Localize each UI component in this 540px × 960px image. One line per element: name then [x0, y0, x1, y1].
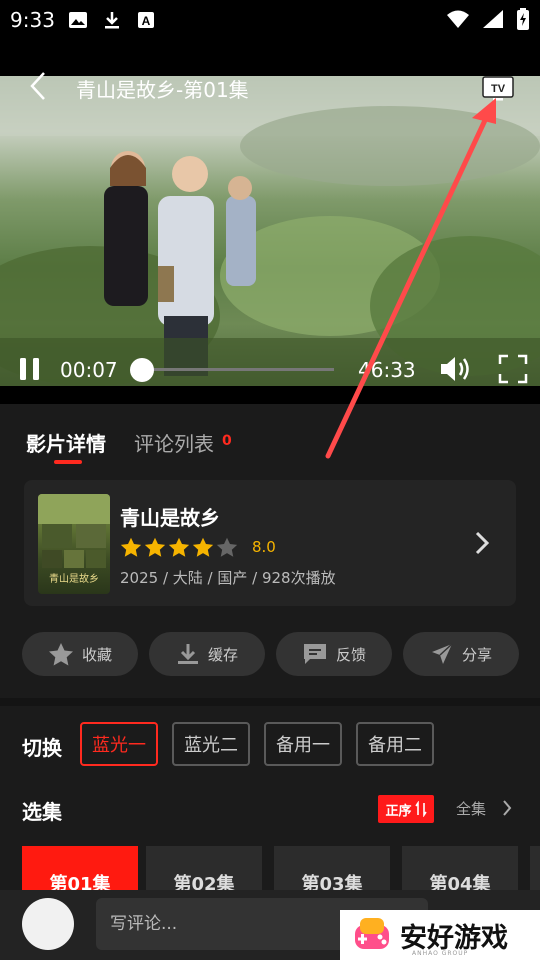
- star-filled-icon: [192, 537, 214, 557]
- poster-text: 青山是故乡: [49, 572, 99, 585]
- source-button-2[interactable]: 蓝光二: [172, 722, 250, 766]
- video-scene-image: [0, 76, 540, 386]
- feedback-label: 反馈: [335, 645, 366, 664]
- star-filled-icon: [168, 537, 190, 557]
- wifi-icon: [447, 10, 469, 28]
- poster-image: 青山是故乡: [38, 494, 110, 585]
- text-a-icon: A: [138, 12, 154, 28]
- cache-label: 缓存: [207, 645, 238, 664]
- share-icon: [431, 643, 453, 664]
- avatar[interactable]: [22, 898, 74, 950]
- share-label: 分享: [461, 645, 492, 664]
- battery-icon: [517, 8, 529, 30]
- chevron-right-icon[interactable]: [472, 530, 492, 556]
- signal-icon: [483, 10, 503, 28]
- tab-comments[interactable]: 评论列表: [134, 428, 214, 457]
- star-filled-icon: [120, 537, 142, 557]
- episodes-label: 选集: [22, 800, 62, 824]
- video-player[interactable]: 青山是故乡-第01集 TV 00:07 46:33: [0, 50, 540, 404]
- video-frame: [0, 76, 540, 386]
- movie-title: 青山是故乡: [120, 506, 220, 530]
- all-episodes-link[interactable]: 全集: [456, 798, 486, 819]
- source-button-1[interactable]: 蓝光一: [80, 722, 158, 766]
- svg-text:A: A: [142, 14, 151, 28]
- favorite-label: 收藏: [81, 645, 112, 664]
- rating-score: 8.0: [252, 538, 276, 556]
- current-time: 00:07: [60, 358, 118, 382]
- chevron-right-small-icon[interactable]: [502, 799, 512, 817]
- star-icon: [48, 643, 73, 666]
- sort-order-label: 正序: [385, 803, 412, 819]
- volume-icon[interactable]: [438, 354, 472, 384]
- progress-track[interactable]: [142, 368, 334, 371]
- star-empty-icon: [216, 537, 238, 557]
- tab-active-indicator: [54, 460, 82, 464]
- movie-meta: 2025 / 大陆 / 国产 / 928次播放: [120, 569, 336, 587]
- source-button-4[interactable]: 备用二: [356, 722, 434, 766]
- status-time: 9:33: [10, 8, 55, 32]
- sort-arrows-icon: [414, 801, 427, 817]
- system-icons: [446, 8, 530, 30]
- tab-details[interactable]: 影片详情: [26, 428, 106, 457]
- duration-time: 46:33: [358, 358, 416, 382]
- tv-label: TV: [491, 83, 506, 95]
- gamepad-logo-icon: [355, 918, 389, 949]
- sort-order-button[interactable]: 正序: [378, 795, 434, 823]
- image-icon: [69, 12, 87, 28]
- movie-poster: 青山是故乡: [38, 494, 110, 594]
- share-button[interactable]: 分享: [403, 632, 519, 676]
- feedback-icon: [303, 644, 326, 664]
- rating-stars: [120, 536, 238, 558]
- download-icon: [177, 644, 198, 664]
- download-status-icon: [105, 12, 119, 29]
- notification-icons: A: [68, 10, 156, 30]
- tv-cast-icon[interactable]: TV: [482, 76, 514, 102]
- favorite-button[interactable]: 收藏: [22, 632, 138, 676]
- cache-button[interactable]: 缓存: [149, 632, 265, 676]
- comment-count-badge: 0: [222, 433, 232, 449]
- seek-handle[interactable]: [130, 358, 154, 382]
- video-title: 青山是故乡-第01集: [76, 78, 249, 102]
- pause-icon[interactable]: [18, 356, 42, 382]
- star-filled-icon: [144, 537, 166, 557]
- watermark-subtext: ANHAO GROUP: [412, 950, 469, 957]
- fullscreen-icon[interactable]: [498, 354, 528, 384]
- feedback-button[interactable]: 反馈: [276, 632, 392, 676]
- status-bar: 9:33 A: [0, 0, 540, 50]
- section-divider: [0, 698, 540, 706]
- movie-info-card[interactable]: 青山是故乡 青山是故乡 8.0 2025 / 大陆 / 国产 / 928次播放: [24, 480, 516, 606]
- watermark-text: 安好游戏: [400, 922, 508, 954]
- source-button-3[interactable]: 备用一: [264, 722, 342, 766]
- watermark-logo: 安好游戏 ANHAO GROUP: [340, 910, 540, 960]
- switch-label: 切换: [22, 736, 62, 760]
- back-arrow-icon[interactable]: [24, 70, 52, 102]
